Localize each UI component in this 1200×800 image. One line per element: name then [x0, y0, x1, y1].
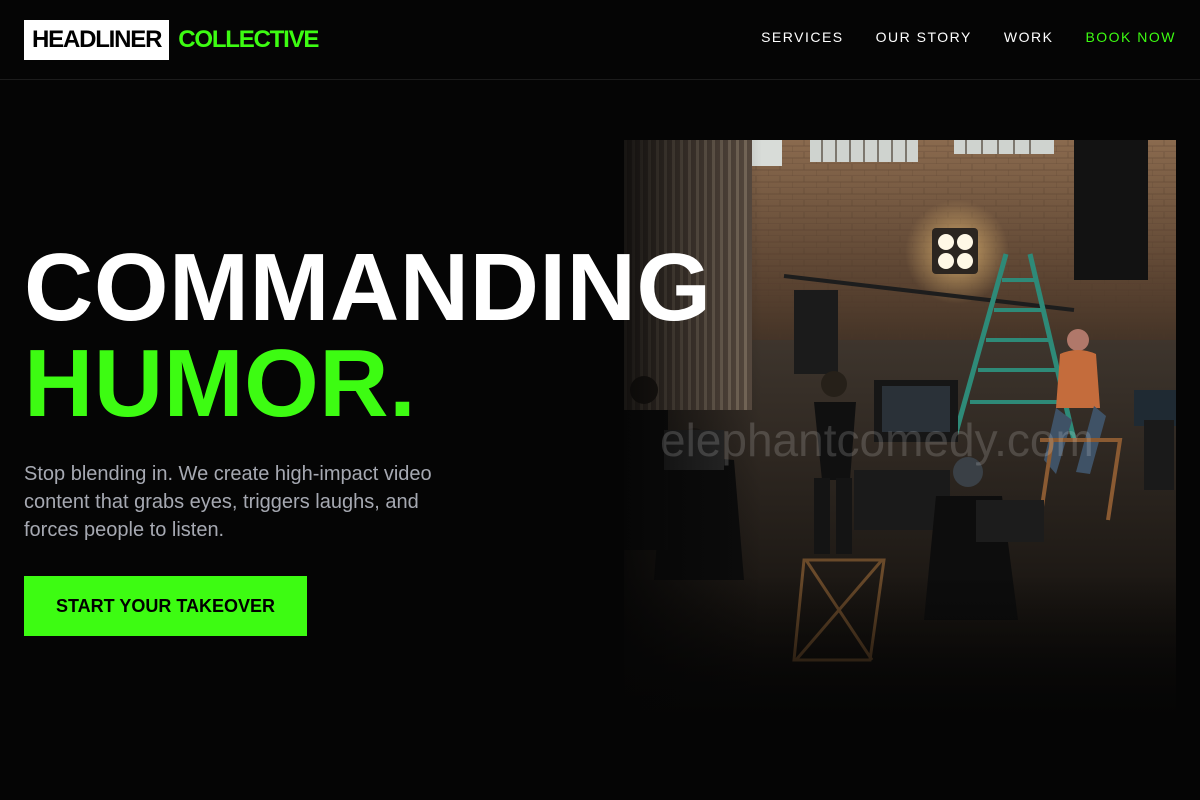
- site-header: HEADLINER COLLECTIVE SERVICES OUR STORY …: [0, 0, 1200, 80]
- main-nav: SERVICES OUR STORY WORK BOOK NOW: [729, 29, 1176, 45]
- logo-accent-text: COLLECTIVE: [178, 26, 319, 53]
- start-takeover-button[interactable]: START YOUR TAKEOVER: [24, 576, 307, 636]
- logo-box-text: HEADLINER: [24, 20, 170, 60]
- logo[interactable]: HEADLINER COLLECTIVE: [24, 20, 319, 60]
- nav-services[interactable]: SERVICES: [761, 29, 844, 45]
- nav-work[interactable]: WORK: [1004, 29, 1054, 45]
- nav-book-now[interactable]: BOOK NOW: [1085, 29, 1176, 45]
- hero-headline: COMMANDING HUMOR.: [24, 240, 712, 432]
- watermark-text: elephantcomedy.com: [660, 414, 1094, 466]
- nav-our-story[interactable]: OUR STORY: [876, 29, 972, 45]
- headline-line-2: HUMOR.: [24, 330, 417, 437]
- headline-line-1: COMMANDING: [24, 234, 712, 341]
- hero-description: Stop blending in. We create high-impact …: [24, 463, 432, 541]
